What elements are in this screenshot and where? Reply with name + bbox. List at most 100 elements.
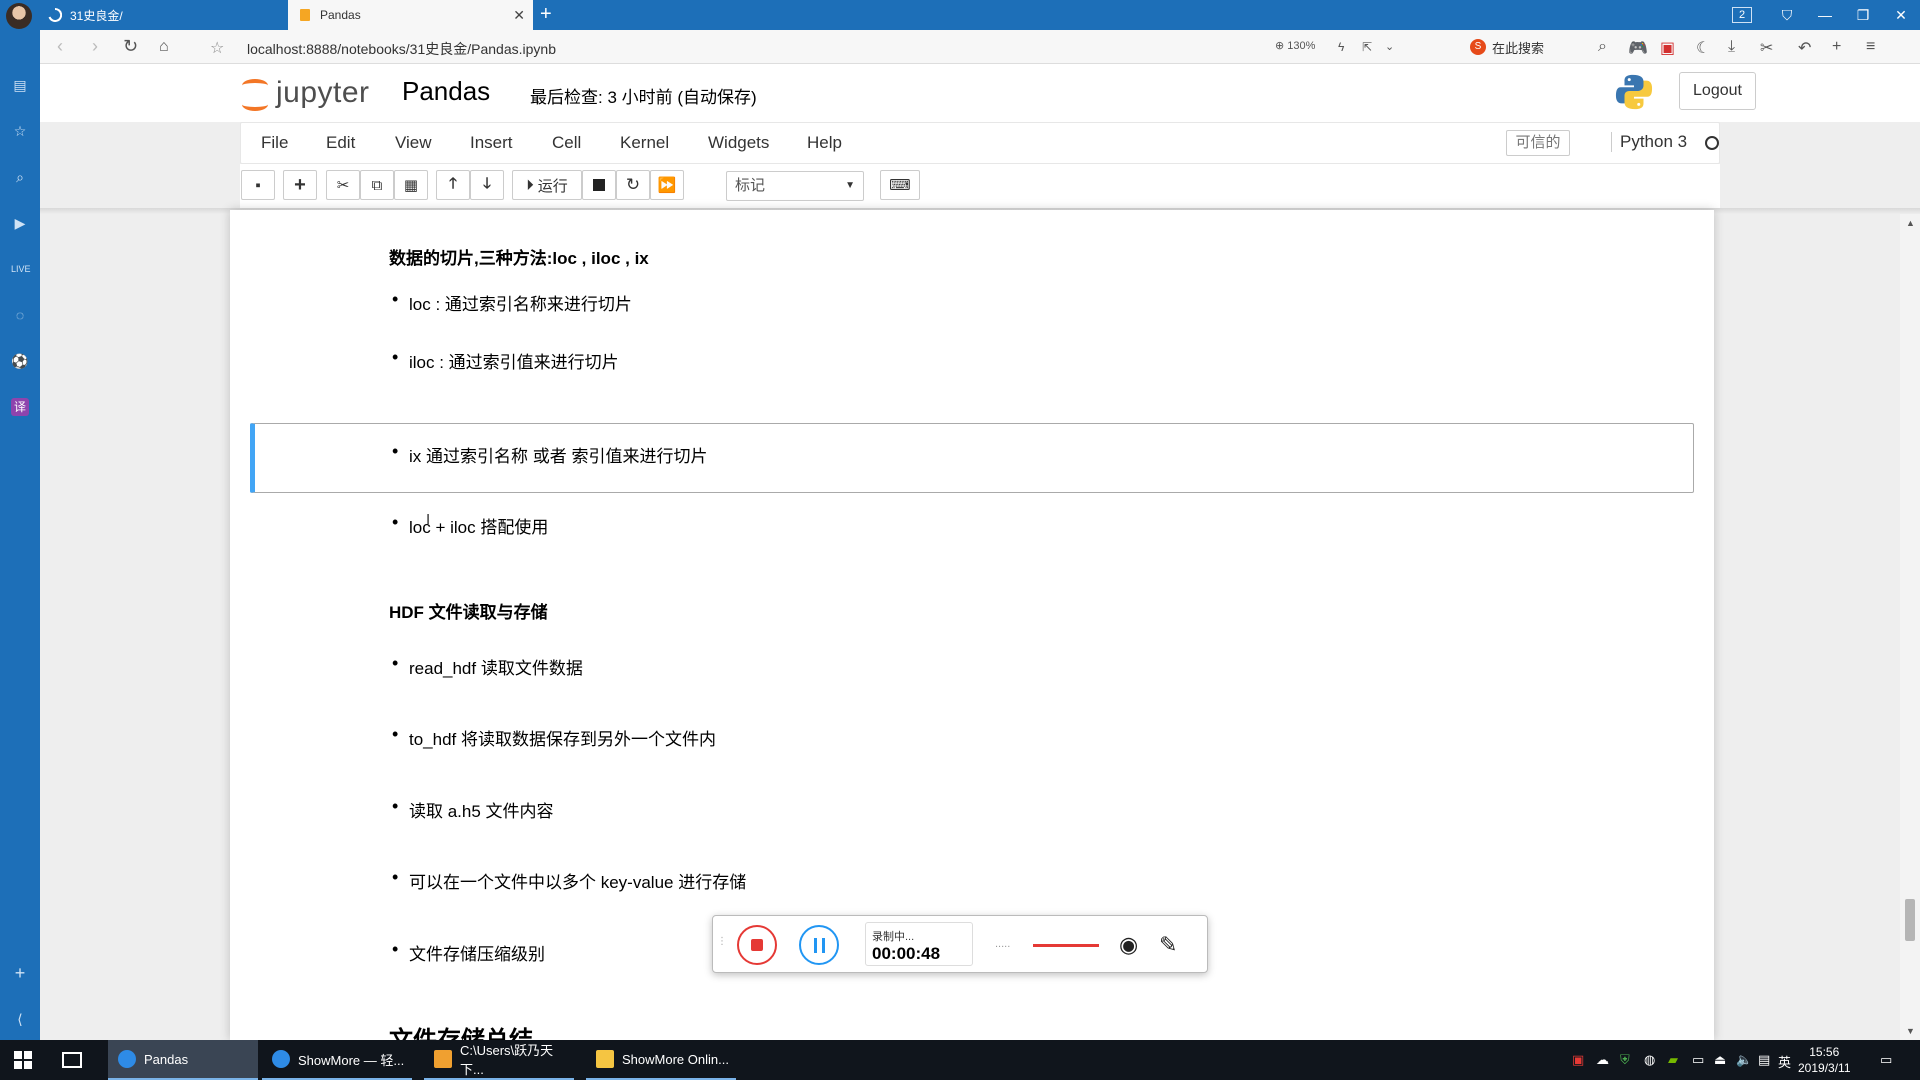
command-palette-button[interactable]: ⌨: [880, 170, 920, 200]
menu-widgets[interactable]: Widgets: [708, 133, 769, 153]
football-icon[interactable]: ⚽: [11, 352, 29, 370]
notebook-icon: [298, 8, 312, 22]
insert-cell-button[interactable]: +: [283, 170, 317, 200]
taskbar-item-showmore-online[interactable]: ShowMore Onlin...: [586, 1040, 736, 1080]
scissors-icon[interactable]: ✂: [1760, 38, 1773, 58]
volume-level-bar[interactable]: [1033, 944, 1099, 947]
stop-recording-button[interactable]: [737, 925, 777, 965]
save-button[interactable]: ▪: [241, 170, 275, 200]
favorites-star-icon[interactable]: ☆: [11, 122, 29, 140]
tray-wechat-icon[interactable]: ◍: [1644, 1052, 1655, 1068]
restart-button[interactable]: ↻: [616, 170, 650, 200]
night-mode-icon[interactable]: ☾: [1696, 38, 1710, 58]
tray-usb-icon[interactable]: ⏏: [1714, 1052, 1726, 1068]
menu-help[interactable]: Help: [807, 133, 842, 153]
new-tab-icon[interactable]: +: [540, 3, 552, 26]
taskbar-item-showmore[interactable]: ShowMore — 轻...: [262, 1040, 412, 1080]
translate-icon[interactable]: 译: [11, 398, 29, 416]
url-input[interactable]: localhost:8888/notebooks/31史良金/Pandas.ip…: [247, 39, 556, 59]
search-input[interactable]: 在此搜索: [1492, 38, 1544, 57]
forward-icon[interactable]: ›: [92, 36, 98, 57]
pencil-icon[interactable]: ✎: [1159, 932, 1177, 958]
download-icon[interactable]: ⤓: [1728, 38, 1735, 56]
tray-volume-icon[interactable]: 🔈: [1736, 1052, 1752, 1068]
menu-edit[interactable]: Edit: [326, 133, 355, 153]
notification-icon[interactable]: ▭: [1880, 1052, 1892, 1068]
jupyter-logo[interactable]: jupyter: [240, 76, 370, 111]
home-icon[interactable]: ⌂: [159, 38, 169, 56]
collapse-sidebar-icon[interactable]: ⟨: [11, 1010, 29, 1028]
menu-file[interactable]: File: [261, 133, 288, 153]
close-window-icon[interactable]: ✕: [1882, 0, 1920, 30]
tab-pandas[interactable]: Pandas ✕: [288, 0, 533, 30]
tray-cloud-icon[interactable]: ☁: [1596, 1052, 1609, 1068]
paste-button[interactable]: ▦: [394, 170, 428, 200]
move-up-button[interactable]: 🡑: [436, 170, 470, 200]
logout-button[interactable]: Logout: [1679, 72, 1756, 110]
run-button[interactable]: ⏵ 运行: [512, 170, 582, 200]
restart-run-all-button[interactable]: ⏩: [650, 170, 684, 200]
move-down-button[interactable]: 🡓: [470, 170, 504, 200]
menu-view[interactable]: View: [395, 133, 432, 153]
tray-battery-icon[interactable]: ▭: [1692, 1052, 1704, 1068]
tab-folder[interactable]: 31史良金/: [40, 0, 285, 30]
cut-button[interactable]: ✂: [326, 170, 360, 200]
bookmark-star-icon[interactable]: ☆: [210, 38, 224, 58]
interrupt-button[interactable]: [582, 170, 616, 200]
window-count-badge[interactable]: 2: [1732, 7, 1752, 23]
taskbar-clock[interactable]: 15:56 2019/3/11: [1798, 1044, 1851, 1076]
menu-kernel[interactable]: Kernel: [620, 133, 669, 153]
add-icon[interactable]: +: [1832, 38, 1841, 56]
cell-type-select[interactable]: 标记 ▼: [726, 171, 864, 201]
taskbar-item-pandas[interactable]: Pandas: [108, 1040, 258, 1080]
restore-icon[interactable]: ❐: [1844, 0, 1882, 30]
menu-insert[interactable]: Insert: [470, 133, 513, 153]
tray-nvidia-icon[interactable]: ▰: [1668, 1052, 1678, 1068]
list-item: read_hdf 读取文件数据: [392, 653, 583, 679]
taskbar-item-label: ShowMore — 轻...: [298, 1052, 405, 1068]
page-scrollbar[interactable]: ▲ ▼: [1900, 214, 1920, 1040]
stop-icon: [593, 179, 605, 191]
webcam-icon[interactable]: ◉: [1119, 932, 1138, 958]
flash-icon[interactable]: ϟ: [1338, 40, 1344, 54]
trusted-indicator[interactable]: 可信的: [1506, 130, 1570, 156]
scrollbar-thumb[interactable]: [1905, 899, 1915, 941]
game-icon[interactable]: 🎮: [1628, 38, 1648, 58]
app-red-icon[interactable]: ▣: [1660, 38, 1675, 58]
tray-app-icon[interactable]: ▣: [1572, 1052, 1584, 1068]
copy-button[interactable]: ⧉: [360, 170, 394, 200]
scroll-up-icon[interactable]: ▲: [1906, 218, 1915, 228]
task-view-icon[interactable]: [62, 1052, 82, 1068]
video-icon[interactable]: ▶: [11, 214, 29, 232]
add-sidebar-icon[interactable]: +: [11, 964, 29, 982]
scroll-down-icon[interactable]: ▼: [1906, 1026, 1915, 1036]
plus-icon: +: [294, 173, 306, 196]
search-engine-icon[interactable]: S: [1470, 39, 1486, 55]
reader-icon[interactable]: ▤: [11, 76, 29, 94]
minimize-icon[interactable]: —: [1806, 0, 1844, 30]
shirt-skin-icon[interactable]: ⛉: [1768, 0, 1806, 30]
live-icon[interactable]: LIVE: [11, 260, 31, 278]
chevron-down-icon[interactable]: ⌄: [1385, 40, 1394, 53]
windows-start-icon[interactable]: [14, 1051, 32, 1069]
reload-icon[interactable]: ↻: [123, 36, 138, 57]
drag-handle-icon[interactable]: ⋮: [717, 936, 727, 947]
user-avatar[interactable]: [6, 3, 32, 29]
notebook-name[interactable]: Pandas: [402, 76, 490, 107]
share-icon[interactable]: ⇱: [1362, 40, 1372, 54]
undo-icon[interactable]: ↶: [1798, 38, 1811, 58]
tray-network-icon[interactable]: ▤: [1758, 1052, 1770, 1068]
back-icon[interactable]: ‹: [57, 36, 63, 57]
chat-icon[interactable]: ◌: [11, 306, 29, 324]
menu-icon[interactable]: ≡: [1866, 38, 1875, 56]
menu-cell[interactable]: Cell: [552, 133, 581, 153]
ime-indicator[interactable]: 英: [1778, 1052, 1791, 1071]
search-icon[interactable]: ⌕: [11, 168, 29, 186]
zoom-level[interactable]: ⊕ 130%: [1275, 39, 1315, 52]
tray-security-icon[interactable]: ⛨: [1620, 1052, 1630, 1068]
text-cursor-icon: I: [426, 511, 431, 528]
close-tab-icon[interactable]: ✕: [513, 7, 525, 24]
search-go-icon[interactable]: ⌕: [1598, 38, 1607, 56]
pause-recording-button[interactable]: [799, 925, 839, 965]
taskbar-item-terminal[interactable]: C:\Users\跃乃天下...: [424, 1040, 574, 1080]
